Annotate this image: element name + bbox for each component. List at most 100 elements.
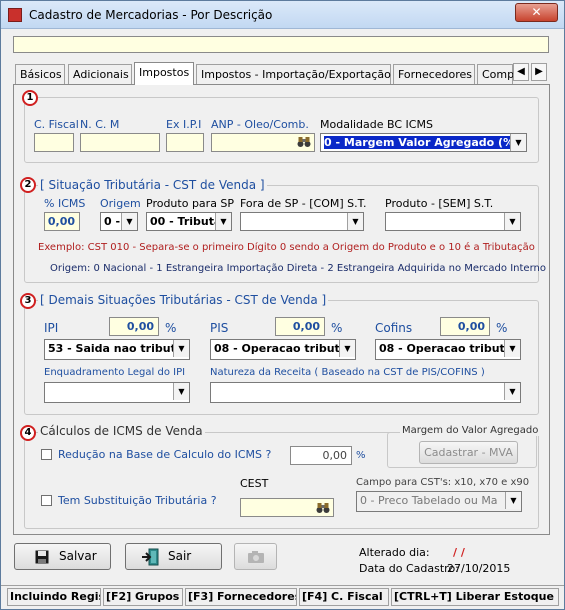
chevron-down-icon: ▼ [510,134,526,151]
sair-button[interactable]: Sair [125,543,222,570]
exit-door-icon [142,548,159,566]
cofins-cst-value: 08 - Operacao tributav [379,342,520,355]
cofins-input[interactable]: 0,00 [440,317,490,336]
ipi-cst-select[interactable]: 53 - Saida nao tributad ▼ [44,339,190,360]
tab-comp[interactable]: Comp [477,64,514,84]
pis-label: PIS [210,321,229,335]
pis-input[interactable]: 0,00 [275,317,325,336]
tab-adicionais[interactable]: Adicionais [68,64,132,84]
description-field[interactable] [13,36,549,53]
ncm-input[interactable] [80,133,160,152]
campo-cst-value: 0 - Preco Tabelado ou Ma [360,494,498,507]
calculos-icms-title: Cálculos de ICMS de Venda [38,424,205,438]
tab-basicos[interactable]: Básicos [15,64,65,84]
status-f2-grupos[interactable]: [F2] Grupos [103,588,183,606]
chevron-down-icon: ▼ [504,340,520,357]
substituicao-checkbox[interactable] [41,495,52,506]
situacao-tributaria-title: [ Situação Tributária - CST de Venda ] [38,178,267,192]
margem-title: Margem do Valor Agregado [400,425,541,436]
alterado-label: Alterado dia: [359,546,430,559]
section-2-badge: 2 [20,177,36,193]
reducao-input[interactable]: 0,00 [290,446,352,465]
enquadramento-select[interactable]: ▼ [44,382,190,403]
enquadramento-label: Enquadramento Legal do IPI [44,367,186,378]
fora-sp-select[interactable]: ▼ [240,212,364,231]
cofins-cst-select[interactable]: 08 - Operacao tributav ▼ [375,339,521,360]
pis-cst-select[interactable]: 08 - Operacao tributav ▼ [210,339,356,360]
cadastrar-mva-button[interactable]: Cadastrar - MVA [419,441,518,464]
chevron-down-icon: ▼ [339,340,355,357]
cest-search-icon[interactable] [316,502,330,514]
cofins-percent: % [496,321,508,335]
impostos-panel: 1 C. Fiscal N. C. M Ex I.P.I ANP - Oleo/… [13,84,550,535]
produto-sem-select[interactable]: ▼ [385,212,521,231]
status-bar: Incluindo Regis [F2] Grupos [F3] Fornece… [1,585,564,609]
cfiscal-label: C. Fiscal [34,118,79,131]
pis-percent: % [331,321,343,335]
tab-impostos[interactable]: Impostos [134,62,194,85]
exipi-label: Ex I.P.I [166,118,202,131]
chevron-down-icon: ▼ [504,383,520,400]
cadastro-label: Data do Cadastro: [359,562,459,575]
window-title: Cadastro de Mercadorias - Por Descrição [29,8,273,22]
tab-fornecedores[interactable]: Fornecedores [393,64,475,84]
reducao-checkbox[interactable] [41,449,52,460]
campo-cst-select[interactable]: 0 - Preco Tabelado ou Ma ▼ [356,491,522,512]
fora-sp-label: Fora de SP - [COM] S.T. [240,197,367,210]
produto-sp-label: Produto para SP [146,197,235,210]
camera-button[interactable] [234,543,277,570]
exipi-input[interactable] [166,133,204,152]
ipi-label: IPI [44,321,59,335]
cest-label: CEST [240,477,269,490]
status-f4-cfiscal[interactable]: [F4] C. Fiscal [299,588,389,606]
natureza-select[interactable]: ▼ [210,382,521,403]
salvar-label: Salvar [59,549,97,563]
tab-scroll-left-icon[interactable]: ◀ [513,63,529,81]
cofins-label: Cofins [375,321,413,335]
salvar-button[interactable]: Salvar [14,543,111,570]
ipi-percent: % [165,321,177,335]
ncm-label: N. C. M [80,118,120,131]
chevron-down-icon: ▼ [173,340,189,357]
title-bar: Cadastro de Mercadorias - Por Descrição … [1,1,564,29]
campo-cst-label: Campo para CST's: x10, x70 e x90 [356,477,530,488]
reducao-percent: % [356,450,366,461]
camera-icon [248,551,264,563]
tab-impostos-importacao[interactable]: Impostos - Importação/Exportação [196,64,391,84]
anp-label: ANP - Oleo/Comb. [211,118,309,131]
modalidade-label: Modalidade BC ICMS [320,118,433,131]
pis-cst-value: 08 - Operacao tributav [214,342,355,355]
alterado-value: / / [453,546,465,559]
produto-sem-label: Produto - [SEM] S.T. [385,197,494,210]
demais-situacoes-title: [ Demais Situações Tributárias - CST de … [38,293,329,307]
status-mode: Incluindo Regis [7,588,101,606]
produto-sp-select[interactable]: 00 - Tributa ▼ [146,212,232,231]
tab-scroll-right-icon[interactable]: ▶ [531,63,547,81]
chevron-down-icon: ▼ [347,213,363,230]
status-ctrl-t-liberar[interactable]: [CTRL+T] Liberar Estoque [391,588,559,606]
origem-label: Origem [100,197,141,210]
status-f3-fornecedores[interactable]: [F3] Fornecedores [185,588,297,606]
sair-label: Sair [168,549,192,563]
app-icon [8,8,22,22]
chevron-down-icon: ▼ [215,213,231,230]
chevron-down-icon: ▼ [504,213,520,230]
example-text: Exemplo: CST 010 - Separa-se o primeiro … [38,242,535,253]
icms-input[interactable]: 0,00 [44,212,80,231]
chevron-down-icon: ▼ [173,383,189,400]
origem-select[interactable]: 0 - ▼ [100,212,138,231]
close-button[interactable]: ✕ [515,3,558,22]
main-window: Cadastro de Mercadorias - Por Descrição … [0,0,565,610]
cfiscal-input[interactable] [34,133,74,152]
floppy-disk-icon [35,550,49,564]
origem-help-text: Origem: 0 Nacional - 1 Estrangeira Impor… [50,263,546,274]
anp-search-icon[interactable] [297,136,311,148]
tab-bar: Básicos Adicionais Impostos Impostos - I… [13,62,549,85]
ipi-input[interactable]: 0,00 [109,317,159,336]
origem-value: 0 - [104,215,121,228]
modalidade-select[interactable]: 0 - Margem Valor Agregado (%) ▼ [320,133,527,152]
produto-sp-value: 00 - Tributa [150,215,222,228]
ipi-cst-value: 53 - Saida nao tributad [48,342,190,355]
substituicao-label: Tem Substituição Tributária ? [58,494,217,507]
section-4-badge: 4 [20,425,36,441]
